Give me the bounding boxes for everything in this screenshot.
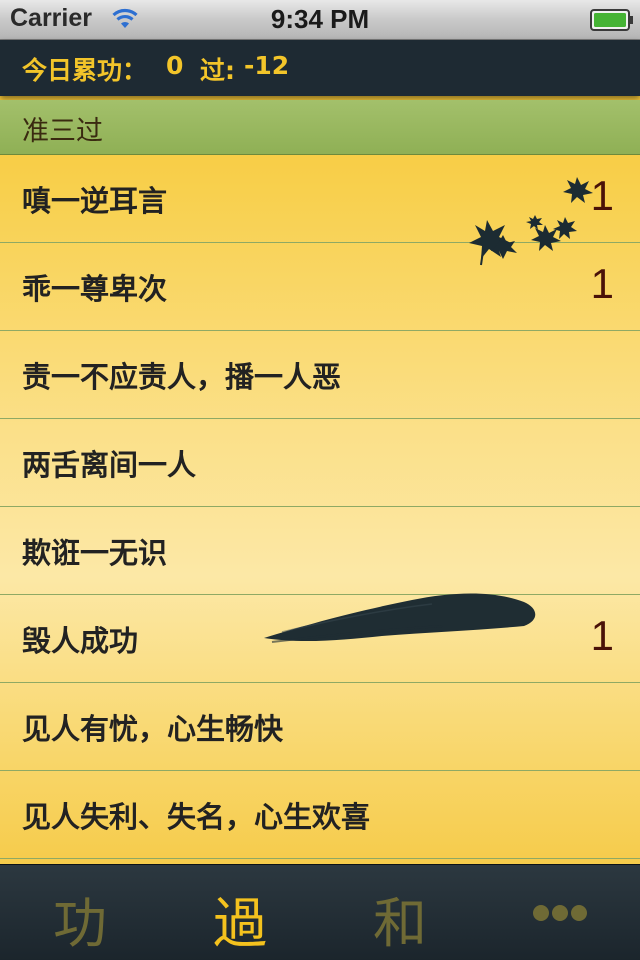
app-screen: Carrier 9:34 PM 今日累功： 0 过: -12 准三过 嗔一逆耳言… [0, 0, 640, 960]
tab-harmony[interactable]: 和 [320, 865, 480, 960]
list-item-label: 见人失利、失名，心生欢喜 [22, 799, 371, 834]
section-header: 准三过 [0, 100, 640, 155]
list-item-label: 欺诳一无识 [22, 535, 168, 570]
list-item-label: 责一不应责人，播一人恶 [22, 359, 342, 394]
list-item-label: 见人有忧，心生畅快 [22, 711, 284, 746]
list-item[interactable]: 责一不应责人，播一人恶 [0, 331, 640, 419]
maple-leaves-icon [469, 177, 593, 266]
daily-tally-header: 今日累功： 0 过: -12 [0, 40, 640, 96]
merit-value: 0 [166, 51, 184, 80]
tab-more[interactable] [480, 865, 640, 960]
tab-demerit-label: 過 [213, 892, 267, 955]
tab-demerit[interactable]: 過 [160, 865, 320, 960]
section-title: 准三过 [22, 116, 103, 147]
list-item-count: 1 [590, 611, 614, 659]
demerit-label: 过: [200, 56, 235, 85]
list-item[interactable]: 见人失利、失名，心生欢喜 [0, 771, 640, 859]
list-item[interactable]: 见人有忧，心生畅快 [0, 683, 640, 771]
tab-bar: 功 過 和 [0, 864, 640, 960]
list-item-label: 毁人成功 [22, 623, 139, 658]
brush-stroke-decoration [264, 593, 536, 643]
merit-label: 今日累功： [22, 56, 148, 85]
list-item-label: 乖一尊卑次 [22, 271, 168, 306]
more-icon [533, 905, 587, 921]
tab-harmony-label: 和 [373, 892, 427, 955]
list-item[interactable]: 两舌离间一人 [0, 419, 640, 507]
list-item[interactable]: 欺诳一无识 [0, 507, 640, 595]
tab-merit-label: 功 [53, 892, 107, 955]
list-item-label: 两舌离间一人 [22, 447, 197, 482]
demerit-value: -12 [244, 51, 290, 80]
list-item-label: 嗔一逆耳言 [22, 183, 168, 218]
battery-icon [590, 9, 633, 31]
tab-merit[interactable]: 功 [0, 865, 160, 960]
status-time: 9:34 PM [270, 4, 370, 34]
status-bar: Carrier 9:34 PM [0, 0, 640, 40]
